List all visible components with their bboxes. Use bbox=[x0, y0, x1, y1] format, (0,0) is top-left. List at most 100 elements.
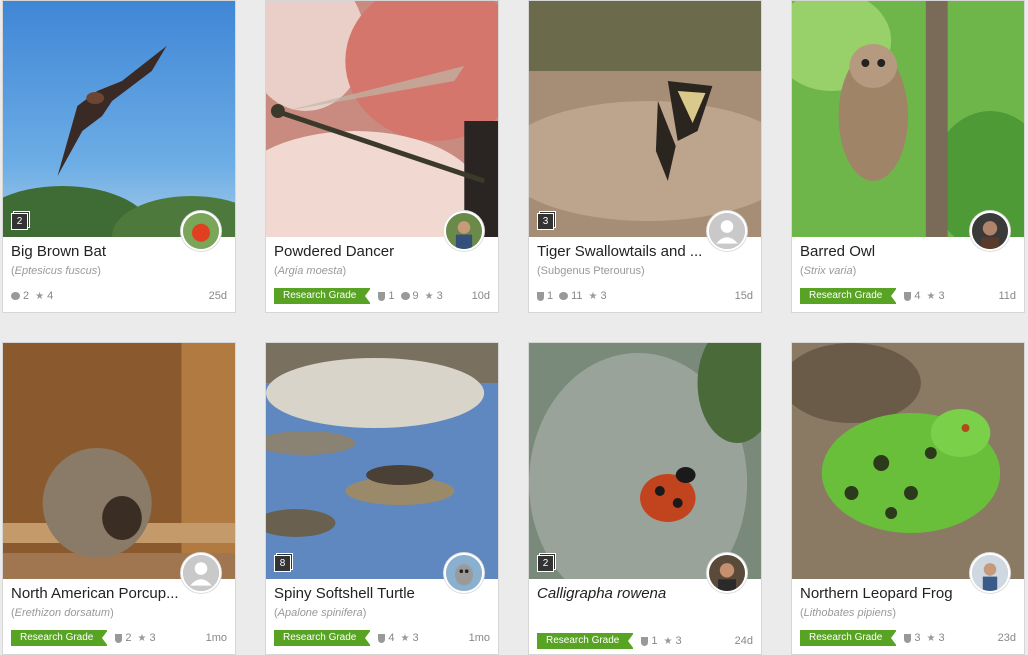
observation-age: 1mo bbox=[205, 632, 227, 644]
photo-count-badge: 8 bbox=[274, 555, 291, 572]
star-icon: ★ bbox=[663, 635, 673, 647]
star-icon: ★ bbox=[35, 290, 45, 302]
identification-count: 3 bbox=[904, 632, 921, 644]
observation-age: 11d bbox=[998, 290, 1016, 302]
observation-photo[interactable] bbox=[266, 343, 498, 579]
observation-title[interactable]: North American Porcup... bbox=[11, 585, 187, 602]
observation-title[interactable]: Powdered Dancer bbox=[274, 243, 450, 260]
shield-icon bbox=[378, 291, 386, 301]
observation-card[interactable]: Barred Owl (Strix varia) Research Grade … bbox=[791, 0, 1025, 313]
research-grade-badge: Research Grade bbox=[11, 630, 109, 646]
fave-count: ★ 3 bbox=[424, 290, 443, 302]
photo-count-badge: 2 bbox=[11, 213, 28, 230]
star-icon: ★ bbox=[400, 632, 410, 644]
observation-age: 1mo bbox=[468, 632, 490, 644]
scientific-name: (Strix varia) bbox=[800, 265, 857, 277]
observation-age: 24d bbox=[734, 635, 753, 647]
fave-count: ★ 4 bbox=[35, 290, 54, 302]
shield-icon bbox=[378, 633, 386, 643]
observation-photo[interactable] bbox=[3, 343, 235, 579]
observation-photo[interactable] bbox=[529, 343, 761, 579]
observation-photo[interactable] bbox=[3, 1, 235, 237]
star-icon: ★ bbox=[137, 632, 147, 644]
identification-count: 4 bbox=[378, 632, 395, 644]
observation-meta: Research Grade 3 ★ 3 23d bbox=[800, 630, 1016, 646]
star-icon: ★ bbox=[588, 290, 598, 302]
observation-meta: 2 ★ 4 25d bbox=[11, 288, 227, 304]
research-grade-badge: Research Grade bbox=[800, 630, 898, 646]
fave-count: ★ 3 bbox=[926, 290, 945, 302]
observation-meta: Research Grade 4 ★ 3 1mo bbox=[274, 630, 490, 646]
comment-count: 2 bbox=[11, 290, 29, 302]
observation-card[interactable]: 2 Big Brown Bat (Eptesicus fuscus) 2 ★ 4 … bbox=[2, 0, 236, 313]
shield-icon bbox=[537, 291, 544, 301]
observation-meta: Research Grade 1 ★ 3 24d bbox=[537, 633, 753, 649]
avatar[interactable] bbox=[970, 553, 1010, 593]
identification-count: 1 bbox=[537, 290, 553, 302]
shield-icon bbox=[904, 633, 912, 643]
observation-card[interactable]: 3 Tiger Swallowtails and ... (Subgenus P… bbox=[528, 0, 762, 313]
observation-title[interactable]: Big Brown Bat bbox=[11, 243, 187, 260]
observation-photo[interactable] bbox=[792, 1, 1024, 237]
shield-icon bbox=[641, 636, 649, 646]
avatar[interactable] bbox=[181, 211, 221, 251]
observation-meta: Research Grade 4 ★ 3 11d bbox=[800, 288, 1016, 304]
comment-count: 9 bbox=[400, 290, 419, 302]
observation-card[interactable]: 2 Calligrapha rowena Research Grade 1 ★ 3… bbox=[528, 342, 762, 655]
avatar[interactable] bbox=[181, 553, 221, 593]
comment-icon bbox=[11, 292, 20, 300]
shield-icon bbox=[115, 633, 123, 643]
observation-card[interactable]: Northern Leopard Frog (Lithobates pipien… bbox=[791, 342, 1025, 655]
shield-icon bbox=[904, 291, 912, 301]
observation-card[interactable]: 8 Spiny Softshell Turtle (Apalone spinif… bbox=[265, 342, 499, 655]
observation-photo[interactable] bbox=[792, 343, 1024, 579]
star-icon: ★ bbox=[926, 290, 936, 302]
avatar[interactable] bbox=[444, 553, 484, 593]
observation-photo[interactable] bbox=[529, 1, 761, 237]
observation-meta: Research Grade 2 ★ 3 1mo bbox=[11, 630, 227, 646]
scientific-name: (Eptesicus fuscus) bbox=[11, 265, 101, 277]
comment-icon bbox=[559, 292, 569, 300]
avatar[interactable] bbox=[970, 211, 1010, 251]
observation-photo[interactable] bbox=[266, 1, 498, 237]
fave-count: ★ 3 bbox=[588, 290, 607, 302]
scientific-name: (Subgenus Pterourus) bbox=[537, 265, 645, 277]
fave-count: ★ 3 bbox=[400, 632, 419, 644]
observation-card[interactable]: North American Porcup... (Erethizon dors… bbox=[2, 342, 236, 655]
photo-count-badge: 3 bbox=[537, 213, 554, 230]
avatar[interactable] bbox=[444, 211, 484, 251]
research-grade-badge: Research Grade bbox=[800, 288, 898, 304]
identification-count: 1 bbox=[641, 635, 658, 647]
research-grade-badge: Research Grade bbox=[274, 630, 372, 646]
fave-count: ★ 3 bbox=[137, 632, 156, 644]
scientific-name: (Erethizon dorsatum) bbox=[11, 607, 114, 619]
observation-title[interactable]: Barred Owl bbox=[800, 243, 976, 260]
star-icon: ★ bbox=[424, 290, 434, 302]
identification-count: 4 bbox=[904, 290, 921, 302]
observation-age: 25d bbox=[208, 290, 227, 302]
scientific-name: (Lithobates pipiens) bbox=[800, 607, 897, 619]
observation-title[interactable]: Tiger Swallowtails and ... bbox=[537, 243, 713, 260]
observation-card[interactable]: Powdered Dancer (Argia moesta) Research … bbox=[265, 0, 499, 313]
observation-title[interactable]: Northern Leopard Frog bbox=[800, 585, 976, 602]
observation-title[interactable]: Spiny Softshell Turtle bbox=[274, 585, 450, 602]
fave-count: ★ 3 bbox=[663, 635, 682, 647]
identification-count: 1 bbox=[378, 290, 395, 302]
observation-meta: Research Grade 1 9 ★ 3 10d bbox=[274, 288, 490, 304]
scientific-name: (Apalone spinifera) bbox=[274, 607, 367, 619]
observation-title[interactable]: Calligrapha rowena bbox=[537, 585, 713, 602]
research-grade-badge: Research Grade bbox=[537, 633, 635, 649]
observation-age: 10d bbox=[471, 290, 490, 302]
avatar[interactable] bbox=[707, 211, 747, 251]
observation-age: 15d bbox=[734, 290, 753, 302]
observation-age: 23d bbox=[997, 632, 1016, 644]
star-icon: ★ bbox=[926, 632, 936, 644]
scientific-name: (Argia moesta) bbox=[274, 265, 347, 277]
fave-count: ★ 3 bbox=[926, 632, 945, 644]
avatar[interactable] bbox=[707, 553, 747, 593]
photo-count-badge: 2 bbox=[537, 555, 554, 572]
research-grade-badge: Research Grade bbox=[274, 288, 372, 304]
observation-meta: 1 11 ★ 3 15d bbox=[537, 288, 753, 304]
comment-icon bbox=[400, 292, 410, 300]
comment-count: 11 bbox=[559, 290, 583, 302]
